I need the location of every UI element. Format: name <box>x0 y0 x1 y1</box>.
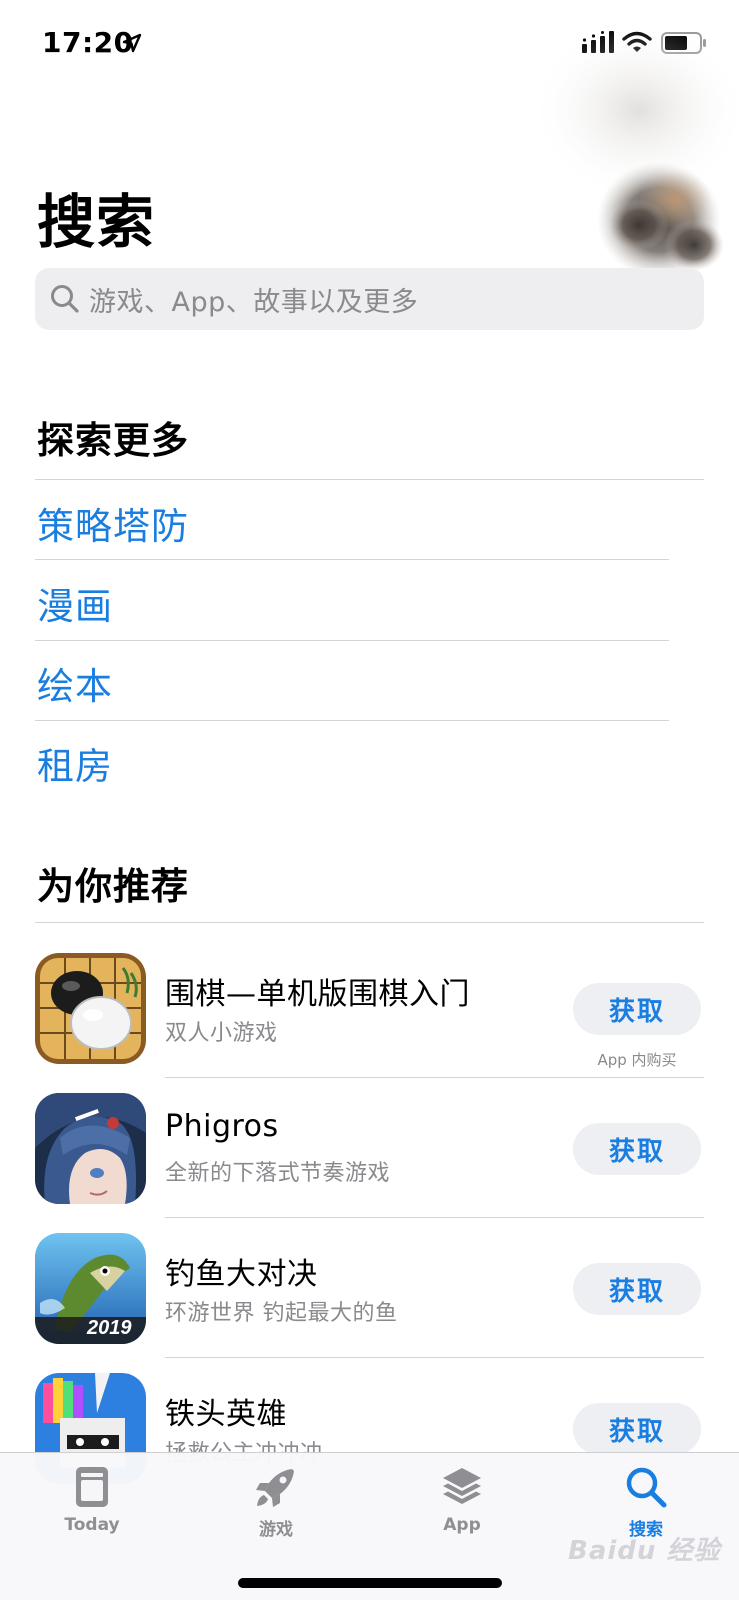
explore-section-title: 探索更多 <box>37 419 189 462</box>
divider <box>35 640 669 641</box>
layers-icon <box>443 1468 481 1504</box>
home-indicator[interactable] <box>238 1578 502 1588</box>
tab-games[interactable]: 游戏 <box>216 1465 336 1555</box>
get-button[interactable]: 获取 <box>573 1123 701 1175</box>
divider <box>35 720 669 721</box>
search-input[interactable]: 游戏、App、故事以及更多 <box>35 268 704 330</box>
divider <box>165 1077 704 1078</box>
tab-label: 游戏 <box>259 1520 293 1540</box>
status-time: 17:20 <box>42 26 134 59</box>
icon-badge: 2019 <box>87 1317 132 1339</box>
divider <box>165 1357 704 1358</box>
today-icon <box>76 1467 108 1507</box>
anime-girl-icon <box>35 1093 146 1204</box>
app-name: 钓鱼大对决 <box>165 1257 318 1292</box>
explore-item-strategy-td[interactable]: 策略塔防 <box>37 496 189 550</box>
tab-label: App <box>443 1515 481 1535</box>
divider <box>165 1217 704 1218</box>
in-app-purchase-note: App 内购买 <box>597 1051 677 1069</box>
explore-item-comics[interactable]: 漫画 <box>37 576 113 630</box>
get-button[interactable]: 获取 <box>573 1263 701 1315</box>
tab-today[interactable]: Today <box>32 1465 152 1555</box>
get-button[interactable]: 获取 <box>573 1403 701 1455</box>
explore-item-picture-books[interactable]: 绘本 <box>37 656 113 710</box>
ink-splash-decoration <box>529 20 739 278</box>
tab-apps[interactable]: App <box>402 1465 522 1555</box>
search-icon <box>51 285 79 313</box>
get-button[interactable]: 获取 <box>573 983 701 1035</box>
rocket-icon <box>256 1469 294 1507</box>
explore-item-rent[interactable]: 租房 <box>37 736 113 790</box>
app-description: 双人小游戏 <box>165 1021 278 1046</box>
divider <box>35 479 704 480</box>
app-description: 全新的下落式节奏游戏 <box>165 1161 391 1186</box>
go-board-icon <box>35 953 146 1064</box>
tab-label: Today <box>64 1515 120 1535</box>
app-name: 围棋—单机版围棋入门 <box>165 977 470 1012</box>
list-item[interactable]: Phigros 全新的下落式节奏游戏 获取 <box>0 1093 739 1233</box>
page-title: 搜索 <box>37 188 156 256</box>
watermark: Baidu 经验 <box>568 1536 721 1566</box>
search-icon <box>626 1467 667 1508</box>
search-placeholder: 游戏、App、故事以及更多 <box>89 286 419 318</box>
location-arrow-icon <box>122 33 142 53</box>
list-item[interactable]: 2019 钓鱼大对决 环游世界 钓起最大的鱼 获取 <box>0 1233 739 1373</box>
app-description: 环游世界 钓起最大的鱼 <box>165 1301 398 1326</box>
divider <box>35 922 704 923</box>
divider <box>35 559 669 560</box>
app-name: 铁头英雄 <box>165 1397 287 1432</box>
fish-icon: 2019 <box>35 1233 146 1344</box>
recommended-section-title: 为你推荐 <box>37 865 189 908</box>
list-item[interactable]: 围棋—单机版围棋入门 双人小游戏 获取 App 内购买 <box>0 953 739 1093</box>
app-name: Phigros <box>165 1109 279 1144</box>
